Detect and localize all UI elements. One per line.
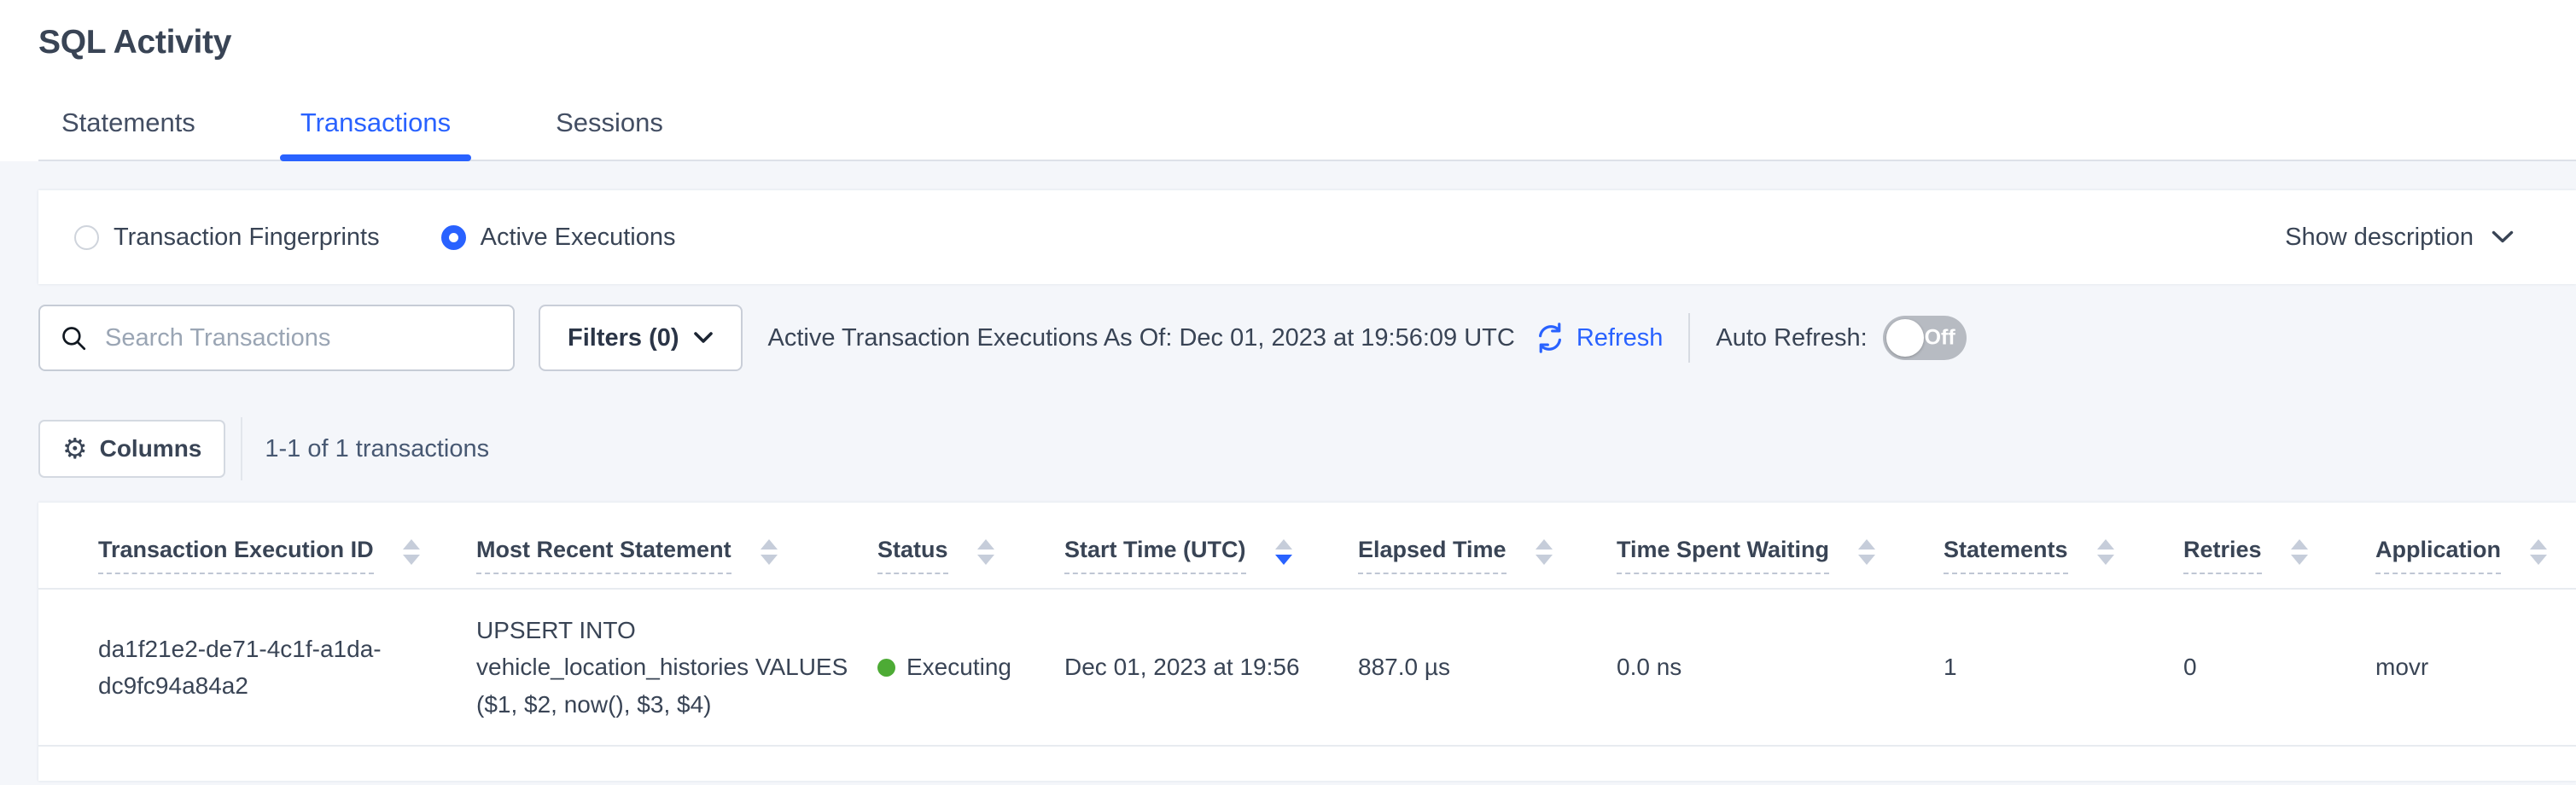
tab-bar: Statements Transactions Sessions <box>38 108 2576 161</box>
cell-retries: 0 <box>2183 589 2375 746</box>
cell-transaction-execution-id: da1f21e2-de71-4c1f-a1da-dc9fc94a84a2 <box>38 589 476 746</box>
cell-application: movr <box>2375 589 2576 746</box>
sql-activity-page: SQL Activity Statements Transactions Ses… <box>0 0 2576 785</box>
sort-icon[interactable] <box>1536 539 1553 565</box>
radio-transaction-fingerprints[interactable]: Transaction Fingerprints <box>74 224 380 252</box>
table-controls: ⚙ Columns 1-1 of 1 transactions <box>38 417 2576 480</box>
gear-icon: ⚙ <box>62 434 88 462</box>
controls-divider <box>241 417 242 480</box>
sort-icon[interactable] <box>1858 539 1875 565</box>
status-label: Executing <box>906 648 1011 685</box>
sort-icon[interactable] <box>403 539 420 565</box>
column-header-start-time[interactable]: Start Time (UTC) <box>1064 503 1358 589</box>
sort-icon[interactable] <box>761 539 778 565</box>
column-header-most-recent-statement[interactable]: Most Recent Statement <box>476 503 877 589</box>
toolbar: Filters (0) Active Transaction Execution… <box>38 305 2576 371</box>
refresh-icon <box>1534 322 1566 354</box>
column-header-transaction-execution-id[interactable]: Transaction Execution ID <box>38 503 476 589</box>
results-count: 1-1 of 1 transactions <box>265 435 489 463</box>
toolbar-divider <box>1688 313 1690 363</box>
search-box[interactable] <box>38 305 515 371</box>
tab-sessions[interactable]: Sessions <box>535 108 684 160</box>
tab-statements[interactable]: Statements <box>41 108 216 160</box>
show-description-toggle[interactable]: Show description <box>2285 224 2515 252</box>
column-header-statements[interactable]: Statements <box>1944 503 2183 589</box>
columns-button[interactable]: ⚙ Columns <box>38 420 225 478</box>
cell-status: Executing <box>877 589 1064 746</box>
column-header-application[interactable]: Application <box>2375 503 2576 589</box>
columns-button-label: Columns <box>100 435 202 462</box>
sort-icon[interactable] <box>977 539 994 565</box>
cell-elapsed-time: 887.0 µs <box>1358 589 1617 746</box>
sort-icon[interactable] <box>2530 539 2547 565</box>
cell-most-recent-statement: UPSERT INTO vehicle_location_histories V… <box>476 589 877 746</box>
radio-active-executions[interactable]: Active Executions <box>441 224 676 252</box>
show-description-label: Show description <box>2285 224 2474 252</box>
refresh-button[interactable]: Refresh <box>1534 322 1664 354</box>
radio-label: Transaction Fingerprints <box>114 224 380 252</box>
chevron-down-icon <box>2491 230 2515 245</box>
column-header-retries[interactable]: Retries <box>2183 503 2375 589</box>
table-row: da1f21e2-de71-4c1f-a1da-dc9fc94a84a2 UPS… <box>38 589 2576 746</box>
sort-icon[interactable] <box>2291 539 2308 565</box>
executing-status-dot-icon <box>877 659 895 677</box>
page-title: SQL Activity <box>38 24 2576 61</box>
tab-transactions[interactable]: Transactions <box>280 108 471 160</box>
search-input[interactable] <box>103 323 498 353</box>
view-mode-card: Transaction Fingerprints Active Executio… <box>38 190 2576 284</box>
transactions-table: Transaction Execution ID Most Recent Sta… <box>38 503 2576 747</box>
as-of-timestamp: Active Transaction Executions As Of: Dec… <box>768 324 1515 352</box>
column-header-elapsed-time[interactable]: Elapsed Time <box>1358 503 1617 589</box>
sort-icon[interactable] <box>2097 539 2114 565</box>
auto-refresh-label: Auto Refresh: <box>1716 324 1867 352</box>
chevron-down-icon <box>693 331 714 345</box>
radio-label: Active Executions <box>481 224 676 252</box>
cell-time-spent-waiting: 0.0 ns <box>1617 589 1944 746</box>
toggle-state-label: Off <box>1925 326 1955 351</box>
auto-refresh-toggle[interactable]: Off <box>1883 316 1967 360</box>
cell-start-time: Dec 01, 2023 at 19:56 <box>1064 589 1358 746</box>
cell-statements: 1 <box>1944 589 2183 746</box>
search-icon <box>59 323 88 352</box>
toggle-knob <box>1886 319 1924 357</box>
radio-circle-icon <box>441 225 466 250</box>
transactions-table-card: Transaction Execution ID Most Recent Sta… <box>38 503 2576 781</box>
refresh-label: Refresh <box>1576 324 1664 352</box>
filters-button[interactable]: Filters (0) <box>539 305 743 371</box>
filters-button-label: Filters (0) <box>568 324 679 352</box>
column-header-time-spent-waiting[interactable]: Time Spent Waiting <box>1617 503 1944 589</box>
page-header: SQL Activity Statements Transactions Ses… <box>0 0 2576 161</box>
column-header-status[interactable]: Status <box>877 503 1064 589</box>
sort-icon[interactable] <box>1275 539 1292 565</box>
radio-circle-icon <box>74 225 99 250</box>
page-body: Transaction Fingerprints Active Executio… <box>0 161 2576 785</box>
table-header-row: Transaction Execution ID Most Recent Sta… <box>38 503 2576 589</box>
